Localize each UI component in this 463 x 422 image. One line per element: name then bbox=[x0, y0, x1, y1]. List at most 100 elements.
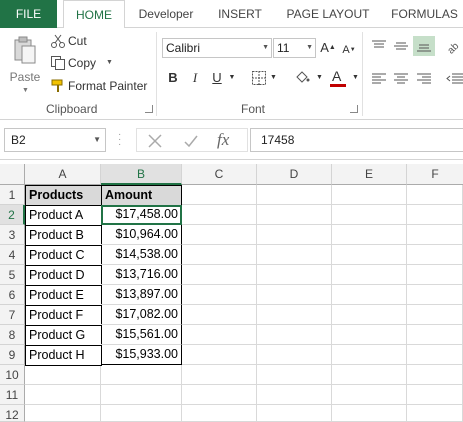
format-painter-button[interactable]: Format Painter bbox=[50, 76, 150, 96]
grid-cell[interactable] bbox=[332, 265, 407, 285]
grid-cell[interactable] bbox=[257, 345, 332, 365]
shrink-font-button[interactable]: A▼ bbox=[342, 40, 356, 60]
grid-cell[interactable] bbox=[182, 365, 257, 385]
product-cell[interactable]: Product E bbox=[25, 285, 102, 306]
font-launcher-icon[interactable] bbox=[350, 105, 358, 113]
grid-cell[interactable] bbox=[257, 265, 332, 285]
align-left-icon[interactable] bbox=[372, 73, 386, 85]
orientation-icon[interactable]: ab bbox=[446, 38, 463, 54]
grid-cell[interactable] bbox=[25, 405, 101, 422]
product-cell[interactable]: Product B bbox=[25, 225, 102, 246]
active-cell[interactable]: $17,458.00 bbox=[101, 205, 182, 225]
grid-cell[interactable] bbox=[257, 285, 332, 305]
grid-cell[interactable] bbox=[182, 205, 257, 225]
name-box[interactable]: B2 ▼ bbox=[4, 128, 106, 152]
tab-file[interactable]: FILE bbox=[0, 0, 57, 28]
column-header-d[interactable]: D bbox=[257, 164, 332, 185]
borders-button[interactable]: ▼ bbox=[250, 68, 280, 88]
grid-cell[interactable] bbox=[101, 385, 182, 405]
font-color-button[interactable]: A ▼ bbox=[330, 68, 364, 88]
grid-cell[interactable] bbox=[407, 205, 463, 225]
grid-cell[interactable] bbox=[257, 185, 332, 205]
column-header-a[interactable]: A bbox=[25, 164, 101, 185]
product-cell[interactable]: Product A bbox=[25, 205, 102, 226]
product-cell[interactable]: Product G bbox=[25, 325, 102, 346]
table-header-products[interactable]: Products bbox=[25, 185, 102, 206]
amount-cell[interactable]: $15,933.00 bbox=[101, 345, 182, 365]
grid-cell[interactable] bbox=[332, 305, 407, 325]
grid-cell[interactable] bbox=[182, 185, 257, 205]
bold-button[interactable]: B bbox=[166, 68, 180, 88]
underline-dropdown-icon[interactable]: ▼ bbox=[226, 68, 238, 88]
grid-cell[interactable] bbox=[182, 285, 257, 305]
row-header[interactable]: 6 bbox=[0, 285, 25, 305]
align-top-icon[interactable] bbox=[372, 40, 386, 52]
grid-cell[interactable] bbox=[407, 285, 463, 305]
row-header[interactable]: 7 bbox=[0, 305, 25, 325]
amount-cell[interactable]: $15,561.00 bbox=[101, 325, 182, 345]
grid-cell[interactable] bbox=[332, 185, 407, 205]
amount-cell[interactable]: $13,897.00 bbox=[101, 285, 182, 305]
product-cell[interactable]: Product H bbox=[25, 345, 102, 366]
font-name-select[interactable]: Calibri ▼ bbox=[162, 38, 272, 58]
row-header[interactable]: 2 bbox=[0, 205, 25, 225]
product-cell[interactable]: Product C bbox=[25, 245, 102, 266]
cancel-icon[interactable] bbox=[147, 133, 163, 149]
grid-cell[interactable] bbox=[332, 345, 407, 365]
insert-function-button[interactable]: fx bbox=[217, 129, 229, 151]
grid-cell[interactable] bbox=[257, 205, 332, 225]
grid-cell[interactable] bbox=[407, 225, 463, 245]
row-header[interactable]: 8 bbox=[0, 325, 25, 345]
tab-insert[interactable]: INSERT bbox=[210, 0, 270, 28]
grid-cell[interactable] bbox=[257, 325, 332, 345]
grid-cell[interactable] bbox=[257, 225, 332, 245]
underline-button[interactable]: U bbox=[210, 68, 224, 88]
grid-cell[interactable] bbox=[332, 325, 407, 345]
grid-cell[interactable] bbox=[332, 385, 407, 405]
tab-home[interactable]: HOME bbox=[63, 0, 125, 29]
grid-cell[interactable] bbox=[182, 245, 257, 265]
grid-cell[interactable] bbox=[407, 185, 463, 205]
tab-developer[interactable]: Developer bbox=[130, 0, 202, 28]
cut-button[interactable]: Cut bbox=[50, 31, 110, 51]
row-header[interactable]: 1 bbox=[0, 185, 25, 205]
column-header-f[interactable]: F bbox=[407, 164, 463, 185]
grid-cell[interactable] bbox=[182, 385, 257, 405]
fill-color-button[interactable]: ▼ bbox=[294, 68, 326, 88]
paste-dropdown-icon[interactable]: ▼ bbox=[22, 87, 29, 94]
row-header[interactable]: 5 bbox=[0, 265, 25, 285]
align-bottom-button[interactable] bbox=[413, 36, 435, 56]
column-header-c[interactable]: C bbox=[182, 164, 257, 185]
row-header[interactable]: 4 bbox=[0, 245, 25, 265]
grid-cell[interactable] bbox=[182, 325, 257, 345]
clipboard-launcher-icon[interactable] bbox=[145, 105, 153, 113]
amount-cell[interactable]: $17,082.00 bbox=[101, 305, 182, 325]
grid-cell[interactable] bbox=[407, 325, 463, 345]
align-middle-icon[interactable] bbox=[394, 40, 408, 52]
row-header[interactable]: 11 bbox=[0, 385, 25, 405]
grid-cell[interactable] bbox=[332, 225, 407, 245]
product-cell[interactable]: Product F bbox=[25, 305, 102, 326]
tab-formulas[interactable]: FORMULAS bbox=[386, 0, 463, 28]
grid-cell[interactable] bbox=[407, 265, 463, 285]
grid-cell[interactable] bbox=[257, 385, 332, 405]
grid-cell[interactable] bbox=[257, 365, 332, 385]
grid-cell[interactable] bbox=[257, 245, 332, 265]
grid-cell[interactable] bbox=[182, 305, 257, 325]
grid-cell[interactable] bbox=[182, 265, 257, 285]
grid-cell[interactable] bbox=[101, 405, 182, 422]
grid-cell[interactable] bbox=[407, 345, 463, 365]
grid-cell[interactable] bbox=[407, 245, 463, 265]
row-header[interactable]: 3 bbox=[0, 225, 25, 245]
font-size-select[interactable]: 11 ▼ bbox=[273, 38, 316, 58]
amount-cell[interactable]: $14,538.00 bbox=[101, 245, 182, 265]
amount-cell[interactable]: $13,716.00 bbox=[101, 265, 182, 285]
formula-input[interactable]: 17458 bbox=[250, 128, 463, 152]
grid-cell[interactable] bbox=[257, 305, 332, 325]
column-header-e[interactable]: E bbox=[332, 164, 407, 185]
grid-cell[interactable] bbox=[257, 405, 332, 422]
row-header[interactable]: 10 bbox=[0, 365, 25, 385]
grid-cell[interactable] bbox=[407, 365, 463, 385]
grow-font-button[interactable]: A▲ bbox=[320, 38, 336, 58]
grid-cell[interactable] bbox=[407, 305, 463, 325]
